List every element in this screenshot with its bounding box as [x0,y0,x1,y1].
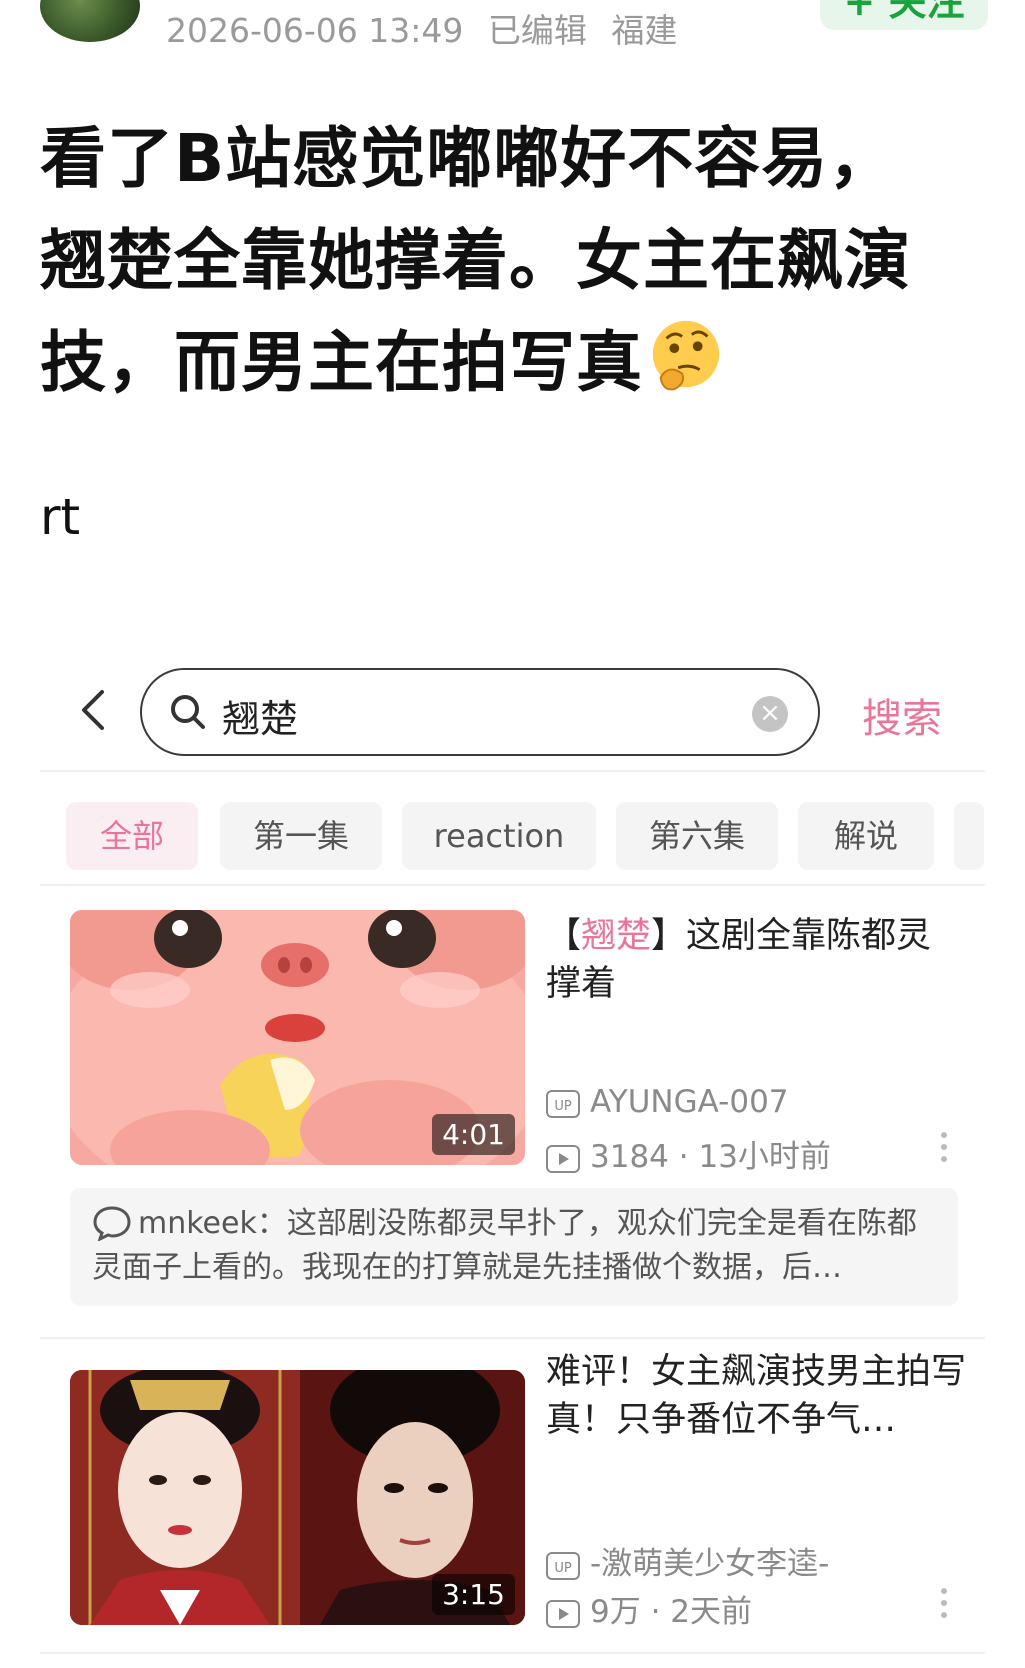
avatar[interactable] [40,0,140,42]
view-count: 9万 [590,1594,641,1630]
post-title-line: 翘楚全靠她撑着。女主在飙演 [40,222,911,299]
divider [40,770,985,772]
tab-more[interactable] [954,802,984,870]
post-title: 看了B站感觉嘟嘟好不容易， 翘楚全靠她撑着。女主在飙演 技，而男主在拍写真 [40,108,1000,414]
post-meta: 2026-06-06 13:49 已编辑 福建 [166,4,691,52]
edited-label: 已编辑 [487,11,587,50]
play-count-icon [546,1600,580,1628]
video-thumbnail[interactable]: 4:01 [70,910,525,1165]
up-badge-icon: UP [546,1552,580,1580]
video-stats: 3184 · 13小时前 [546,1131,831,1176]
post-body: rt [40,488,81,546]
divider [40,884,985,886]
divider [40,1652,985,1654]
post-time: 13小时前 [698,1139,831,1175]
video-thumbnail[interactable]: 3:15 [70,1370,525,1625]
tab-commentary[interactable]: 解说 [798,802,934,870]
tab-reaction[interactable]: reaction [402,802,596,870]
post-timestamp: 2026-06-06 13:49 [166,11,464,50]
video-duration: 3:15 [432,1574,515,1615]
search-input[interactable]: 翘楚 × [140,668,820,756]
video-title[interactable]: 难评！女主飙演技男主拍写真！只争番位不争气… [546,1348,966,1444]
divider [40,1337,985,1339]
post-title-line: 看了B站感觉嘟嘟好不容易， [40,120,896,197]
video-duration: 4:01 [432,1114,515,1155]
post-time: 2天前 [670,1594,753,1630]
video-uploader[interactable]: UP -激萌美少女李逵- [546,1538,829,1583]
video-title[interactable]: 【翘楚】这剧全靠陈都灵撑着 [546,912,966,1008]
top-comment[interactable]: mnkeek：这部剧没陈都灵早扑了，观众们完全是看在陈都灵面子上看的。我现在的打… [70,1188,958,1306]
view-count: 3184 [590,1139,669,1175]
thinking-face-icon [652,320,720,391]
comment-user: mnkeek [138,1206,257,1241]
up-badge-icon: UP [546,1090,580,1118]
tab-episode-6[interactable]: 第六集 [616,802,778,870]
play-count-icon [546,1145,580,1173]
more-options-icon[interactable] [940,1132,948,1168]
tab-all[interactable]: 全部 [66,802,198,870]
video-stats: 9万 · 2天前 [546,1586,752,1631]
post-location: 福建 [611,11,678,50]
post-title-line: 技，而男主在拍写真 [40,312,1000,414]
more-options-icon[interactable] [940,1588,948,1624]
search-button[interactable]: 搜索 [862,686,942,744]
follow-button[interactable]: + 关注 [820,0,988,30]
search-icon [171,695,205,729]
comment-bubble-icon [93,1206,131,1241]
video-uploader[interactable]: UP AYUNGA-007 [546,1084,789,1120]
back-arrow-icon[interactable] [72,688,116,732]
highlight-keyword: 翘楚 [581,916,652,956]
search-query: 翘楚 [222,697,299,741]
svg-text:UP: UP [554,1561,572,1576]
clear-icon[interactable]: × [752,696,788,732]
svg-text:UP: UP [554,1099,572,1114]
tab-episode-1[interactable]: 第一集 [220,802,382,870]
